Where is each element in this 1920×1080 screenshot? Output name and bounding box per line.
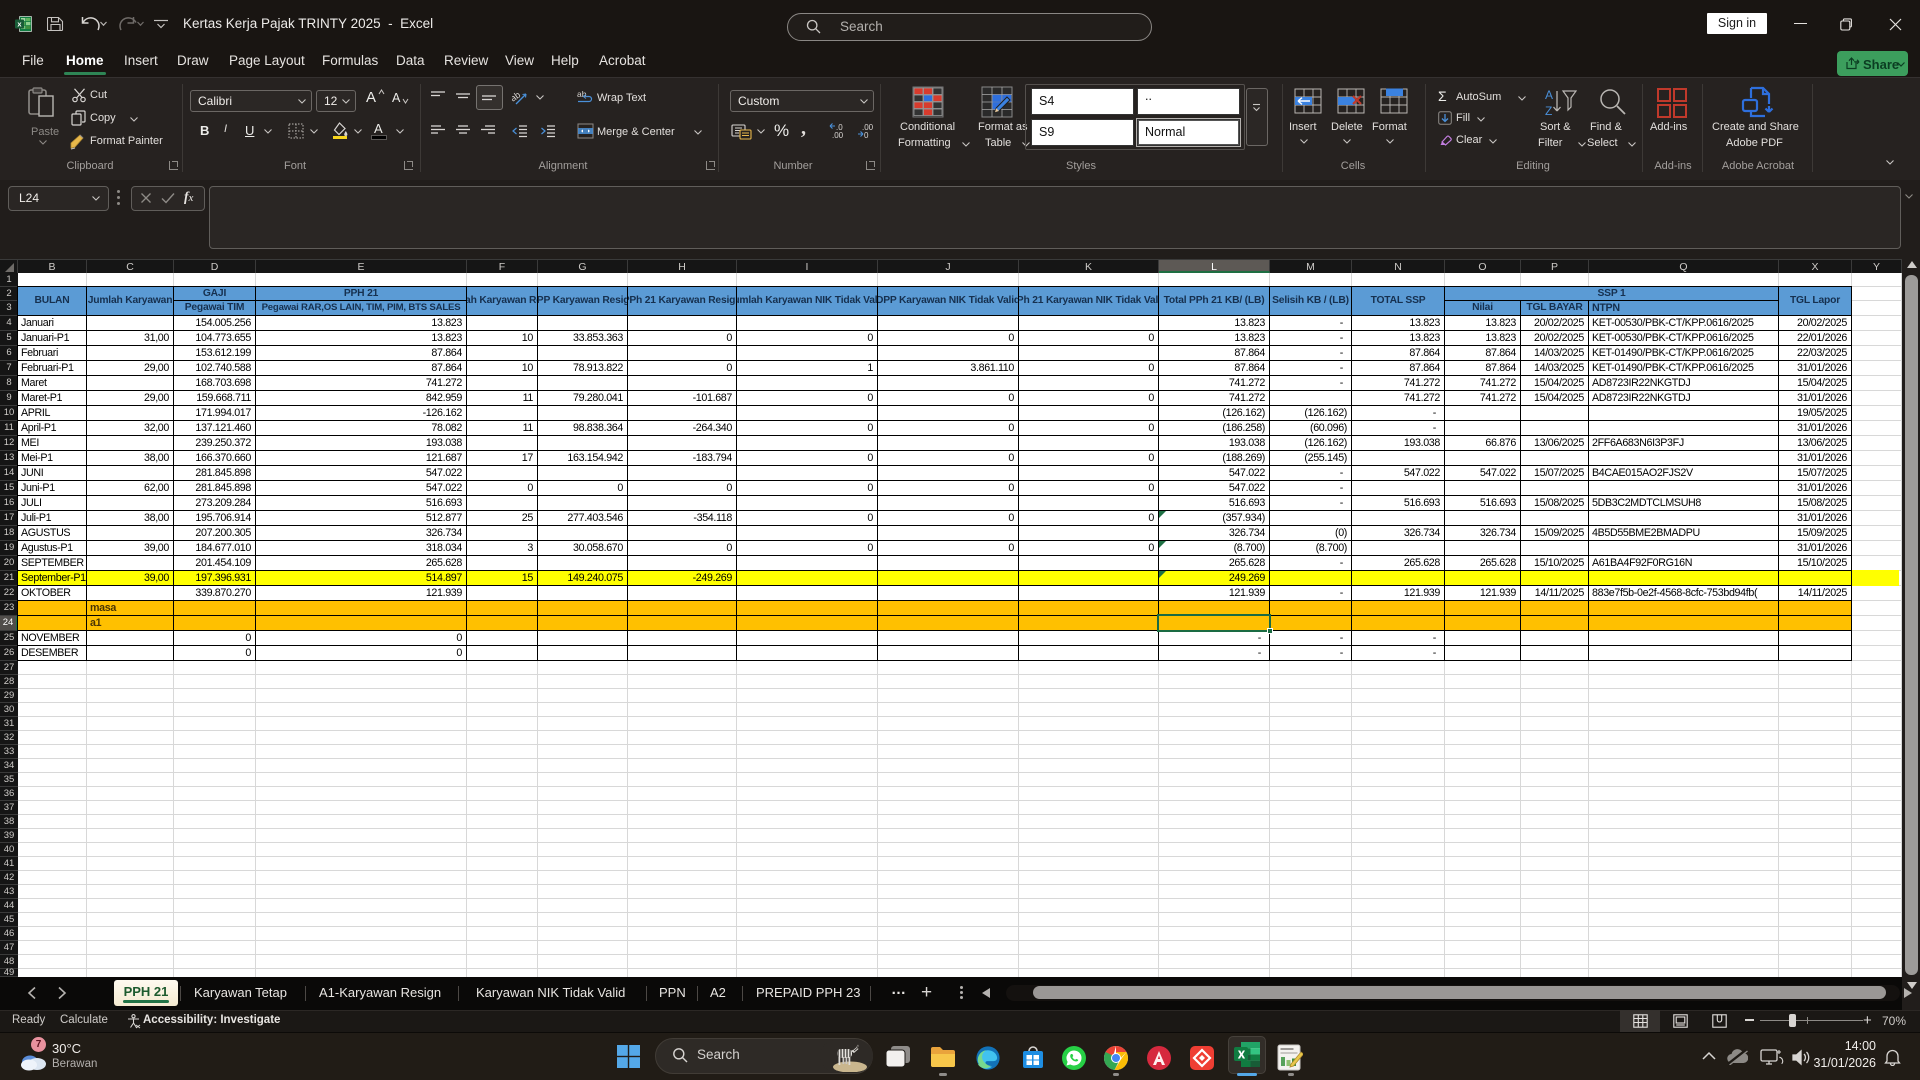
- svg-text:ab: ab: [512, 90, 522, 104]
- svg-text:.00: .00: [832, 131, 844, 140]
- svg-text:Z: Z: [1545, 104, 1552, 118]
- svg-text:A: A: [1545, 88, 1553, 102]
- svg-text:0: 0: [864, 131, 869, 140]
